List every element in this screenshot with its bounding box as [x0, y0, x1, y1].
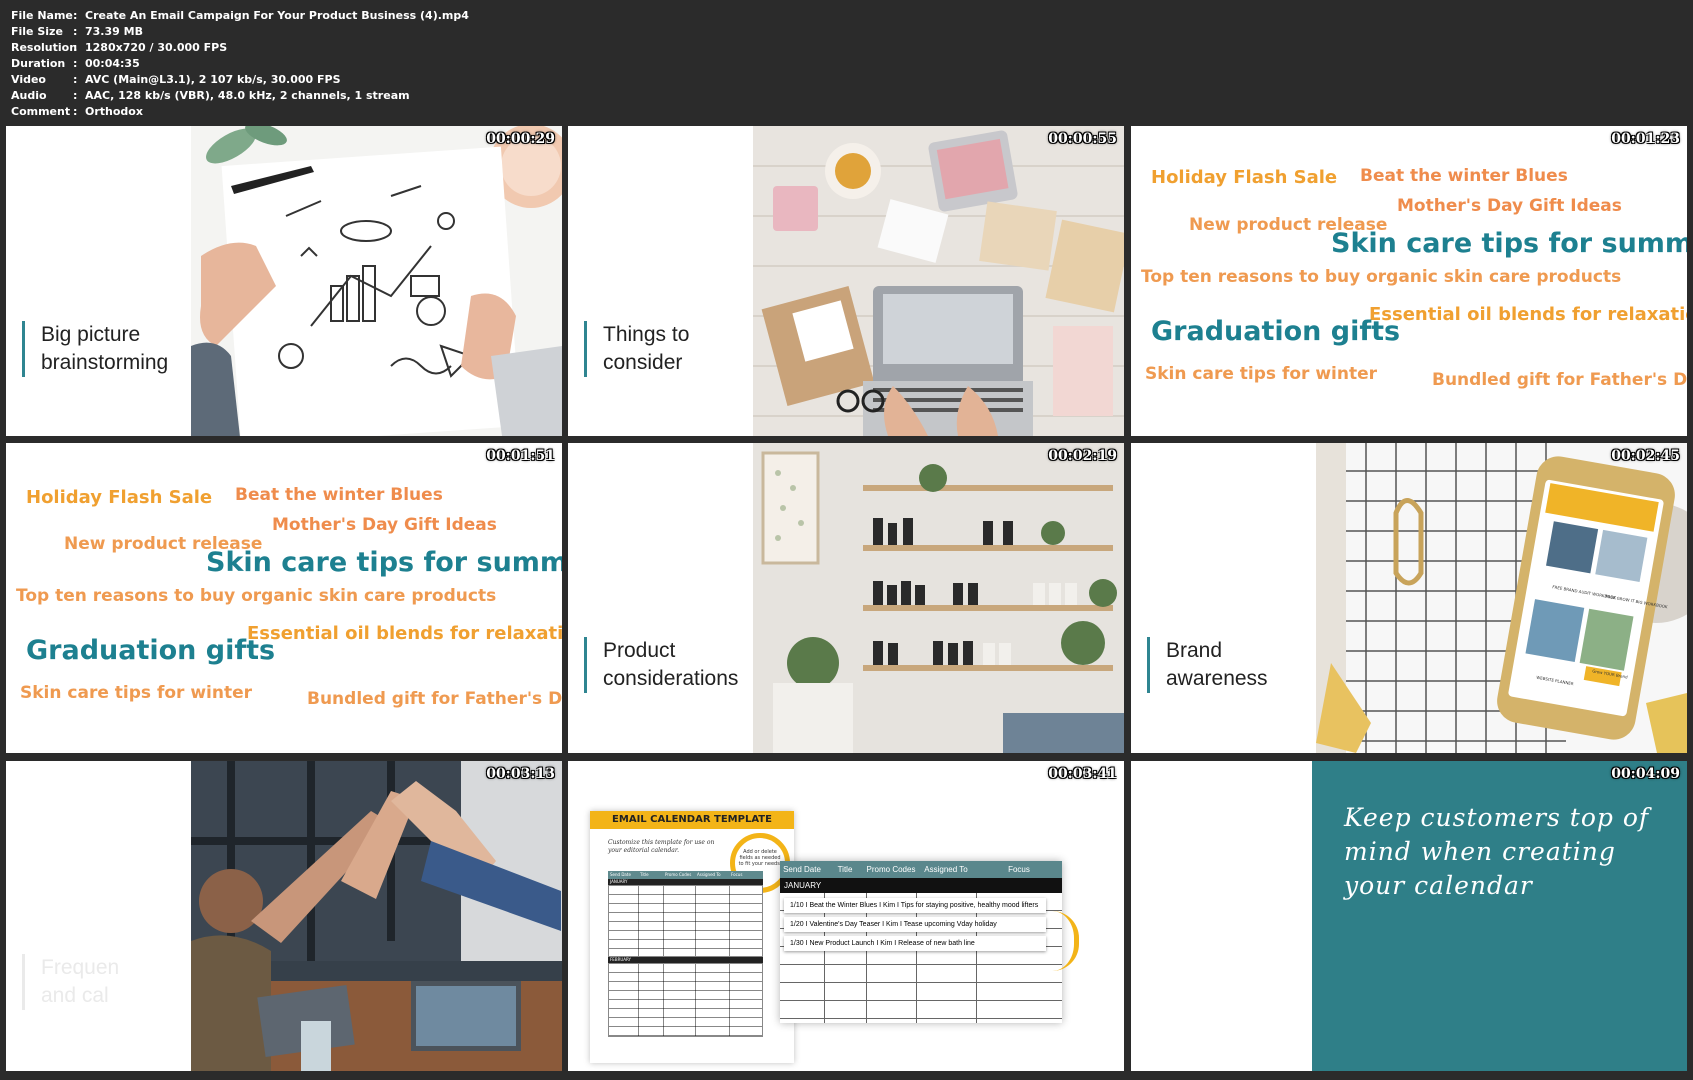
slide-title: Product considerations: [584, 637, 738, 693]
file-info-value: Orthodox: [85, 105, 143, 118]
topic-essential-oil: Essential oil blends for relaxation: [1369, 304, 1687, 325]
calendar-entry: 1/30 I New Product Launch I Kim I Releas…: [784, 936, 1046, 951]
file-info-row: Duration:00:04:35: [11, 57, 140, 70]
thumbnail-9[interactable]: 00:04:09 Keep customers top of mind when…: [1131, 761, 1687, 1071]
thumbnail-8[interactable]: 00:03:41 EMAIL CALENDAR TEMPLATE Customi…: [568, 761, 1124, 1071]
file-info-key: Video: [11, 73, 46, 86]
timestamp: 00:01:51: [486, 448, 555, 464]
quote-panel: Keep customers top of mind when creating…: [1312, 761, 1687, 1071]
slide-title: Brand awareness: [1147, 637, 1268, 693]
word-cloud: Holiday Flash Sale Beat the winter Blues…: [6, 443, 562, 753]
calendar-entry: 1/10 I Beat the Winter Blues I Kim I Tip…: [784, 898, 1046, 913]
timestamp: 00:03:13: [486, 766, 555, 782]
file-info-key: Comment: [11, 105, 71, 118]
topic-holiday-flash-sale: Holiday Flash Sale: [26, 487, 213, 508]
topic-mothers-day: Mother's Day Gift Ideas: [1397, 196, 1622, 216]
thumbnail-1[interactable]: 00:00:29 Big picture brainstorming: [6, 126, 562, 436]
file-info-value: Create An Email Campaign For Your Produc…: [85, 9, 469, 22]
yellow-arc-decoration: [1052, 911, 1079, 971]
topic-skin-winter: Skin care tips for winter: [1145, 364, 1377, 384]
calendar-entry: 1/20 I Valentine's Day Teaser I Kim I Te…: [784, 917, 1046, 932]
calendar-note: Add or delete fields as needed to fit yo…: [738, 849, 782, 867]
calendar-subtitle: Customize this template for use on your …: [608, 839, 715, 854]
file-info-row: File Name: Create An Email Campaign For Y…: [11, 9, 469, 22]
file-info-value: AAC, 128 kb/s (VBR), 48.0 kHz, 2 channel…: [85, 89, 410, 102]
thumbnail-7[interactable]: 00:03:13 Frequen and cal: [6, 761, 562, 1071]
file-info-key: File Size: [11, 25, 63, 38]
topic-fathers-day: Bundled gift for Father's Day: [307, 689, 562, 709]
month-january: JANUARY: [780, 878, 1062, 893]
file-info-row: File Size:73.39 MB: [11, 25, 143, 38]
file-info-value: 00:04:35: [85, 57, 140, 70]
file-info-value: 73.39 MB: [85, 25, 143, 38]
thumbnail-4[interactable]: 00:01:51 Holiday Flash Sale Beat the win…: [6, 443, 562, 753]
file-info-value: AVC (Main@L3.1), 2 107 kb/s, 30.000 FPS: [85, 73, 341, 86]
thumbnail-6[interactable]: 00:02:45 Brand awareness FREE BRAND AUDI…: [1131, 443, 1687, 753]
slide-title: Big picture brainstorming: [22, 321, 168, 377]
topic-fathers-day: Bundled gift for Father's Day: [1432, 370, 1687, 390]
topic-graduation: Graduation gifts: [26, 635, 276, 666]
shop-shelves-photo: [753, 443, 1124, 753]
word-cloud: Holiday Flash Sale Beat the winter Blues…: [1131, 126, 1687, 436]
file-info-row: Video: AVC (Main@L3.1), 2 107 kb/s, 30.00…: [11, 73, 341, 86]
timestamp: 00:01:23: [1611, 131, 1680, 147]
topic-skin-winter: Skin care tips for winter: [20, 683, 252, 703]
product-shelves-image: [753, 443, 1124, 753]
file-info-key: Audio: [11, 89, 47, 102]
timestamp: 00:04:09: [1611, 766, 1680, 782]
file-info-row: Audio: AAC, 128 kb/s (VBR), 48.0 kHz, 2 c…: [11, 89, 410, 102]
file-info-key: Duration: [11, 57, 66, 70]
timestamp: 00:02:19: [1048, 448, 1117, 464]
file-info-row: Comment: Orthodox: [11, 105, 143, 118]
slide-title-fading: Frequen and cal: [22, 954, 119, 1010]
topic-top-ten: Top ten reasons to buy organic skin care…: [16, 586, 497, 606]
calendar-template-page: EMAIL CALENDAR TEMPLATE Customize this t…: [590, 811, 794, 1063]
timestamp: 00:03:41: [1048, 766, 1117, 782]
file-info-panel: File Name: Create An Email Campaign For Y…: [11, 8, 469, 120]
topic-essential-oil: Essential oil blends for relaxation: [247, 623, 562, 644]
file-info-value: 1280x720 / 30.000 FPS: [85, 41, 228, 54]
calendar-zoomed-table: Send Date Title Promo Codes Assigned To …: [780, 861, 1062, 1023]
brainstorm-photo: [191, 126, 562, 436]
phone-desk-photo: FREE BRAND AUDIT WORKBOOK FREE GROW IT BI…: [1316, 443, 1687, 753]
topic-mothers-day: Mother's Day Gift Ideas: [272, 515, 497, 535]
workspace-photo: [753, 126, 1124, 436]
file-info-key: File Name: [11, 9, 73, 22]
topic-graduation: Graduation gifts: [1151, 316, 1401, 347]
quote-text: Keep customers top of mind when creating…: [1344, 803, 1650, 900]
timestamp: 00:00:55: [1048, 131, 1117, 147]
calendar-heading: EMAIL CALENDAR TEMPLATE: [590, 811, 794, 829]
team-highfive-photo: [191, 761, 562, 1071]
file-info-row: Resolution:1280x720 / 30.000 FPS: [11, 41, 228, 54]
topic-holiday-flash-sale: Holiday Flash Sale: [1151, 167, 1338, 188]
team-highfive-image: [191, 761, 562, 1071]
notebook-sketch-image: [191, 126, 562, 436]
timestamp: 00:00:29: [486, 131, 555, 147]
thumbnail-3[interactable]: 00:01:23 Holiday Flash Sale Beat the win…: [1131, 126, 1687, 436]
topic-winter-blues: Beat the winter Blues: [235, 485, 443, 505]
small-calendar-table: Send Date Title Promo Codes Assigned To …: [608, 871, 763, 1037]
topic-skin-summer: Skin care tips for summer: [206, 547, 562, 578]
thumbnail-2[interactable]: 00:00:55 Things to consider: [568, 126, 1124, 436]
file-info-key: Resolution: [11, 41, 78, 54]
topic-winter-blues: Beat the winter Blues: [1360, 166, 1568, 186]
thumbnail-5[interactable]: 00:02:19 Product considerations: [568, 443, 1124, 753]
laptop-desk-image: [753, 126, 1124, 436]
topic-skin-summer: Skin care tips for summer: [1331, 228, 1687, 259]
slide-title: Things to consider: [584, 321, 689, 377]
topic-top-ten: Top ten reasons to buy organic skin care…: [1141, 267, 1622, 287]
timestamp: 00:02:45: [1611, 448, 1680, 464]
